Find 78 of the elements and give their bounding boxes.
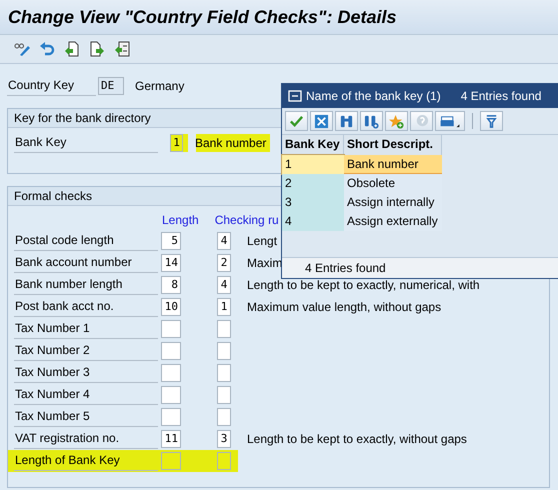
cancel-button[interactable] [310,111,333,131]
close-icon [314,114,329,128]
field-label: Post bank acct no. [14,297,158,317]
length-field[interactable] [161,452,181,470]
rule-field[interactable]: 4 [217,232,231,250]
length-field[interactable]: 8 [161,276,181,294]
bank-key-description: Bank number [194,135,268,151]
status-text: 4 Entries found [305,261,386,275]
dialog-title: Name of the bank key (1) [306,89,441,103]
column-header: Bank Key [282,135,344,155]
other-entry-icon[interactable] [114,41,130,57]
group-title: Key for the bank directory [14,111,151,125]
help-button[interactable] [410,111,433,131]
length-field[interactable]: 14 [161,254,181,272]
rule-field[interactable] [217,408,231,426]
result-row[interactable]: 1 Bank number [282,155,558,174]
find-button[interactable] [335,111,358,131]
help-icon [414,114,429,128]
previous-entry-icon[interactable] [64,41,80,57]
rule-field[interactable]: 2 [217,254,231,272]
country-key-field[interactable]: DE [98,77,124,95]
length-field[interactable]: 10 [161,298,181,316]
rule-description: Maximum value length, without gaps [247,300,442,314]
rule-field[interactable]: 3 [217,430,231,448]
check-icon [289,114,304,128]
column-header: Checking ru [214,213,279,227]
screen-title: Change View "Country Field Checks": Details [8,6,396,28]
result-row[interactable]: 2 Obsolete [282,174,558,193]
result-row[interactable]: 4 Assign externally [282,212,558,231]
field-label: VAT registration no. [14,429,158,449]
field-label: Bank number length [14,275,158,295]
bank-key-field[interactable]: 1 [170,134,183,152]
field-label: Tax Number 5 [14,407,158,427]
field-label: Bank Key [14,133,158,153]
rule-description: Length to be kept to exactly, without gaps [247,432,467,446]
field-label: Bank account number [14,253,158,273]
add-favorite-button[interactable] [385,111,408,131]
column-header: Short Descript. [344,135,442,155]
field-label: Tax Number 2 [14,341,158,361]
next-entry-icon[interactable] [89,41,105,57]
result-row[interactable]: 3 Assign internally [282,193,558,212]
field-label: Length of Bank Key [14,451,158,471]
find-next-button[interactable] [360,111,383,131]
field-label: Tax Number 4 [14,385,158,405]
length-field[interactable] [161,342,181,360]
length-field[interactable]: 11 [161,430,181,448]
rule-description: Maxim [247,256,282,270]
confirm-button[interactable] [285,111,308,131]
length-field[interactable] [161,386,181,404]
length-field[interactable] [161,364,181,382]
filter-icon [484,114,499,128]
field-label: Tax Number 1 [14,319,158,339]
length-field[interactable] [161,408,181,426]
rule-field[interactable] [217,320,231,338]
entries-count: 4 Entries found [460,89,542,103]
rule-field[interactable] [217,364,231,382]
country-name: Germany [135,79,184,93]
undo-icon[interactable] [39,41,55,57]
length-field[interactable] [161,320,181,338]
column-header: Length [162,213,199,227]
rule-field[interactable] [217,386,231,404]
field-label: Country Key [7,76,96,96]
rule-field[interactable]: 1 [217,298,231,316]
printer-icon [439,114,461,128]
rule-description: Length to be kept to exactly, numerical, with [247,278,480,292]
rule-field[interactable] [217,452,231,470]
group-title: Formal checks [14,189,92,203]
field-label: Postal code length [14,231,158,251]
field-label: Tax Number 3 [14,363,158,383]
length-field[interactable]: 5 [161,232,181,250]
rule-field[interactable]: 4 [217,276,231,294]
filter-button[interactable] [480,111,503,131]
rule-description: Lengt [247,234,278,248]
print-button[interactable] [435,111,465,131]
star-plus-icon [389,114,404,128]
window-icon [288,90,302,102]
rule-field[interactable] [217,342,231,360]
display-change-icon[interactable] [14,41,30,57]
